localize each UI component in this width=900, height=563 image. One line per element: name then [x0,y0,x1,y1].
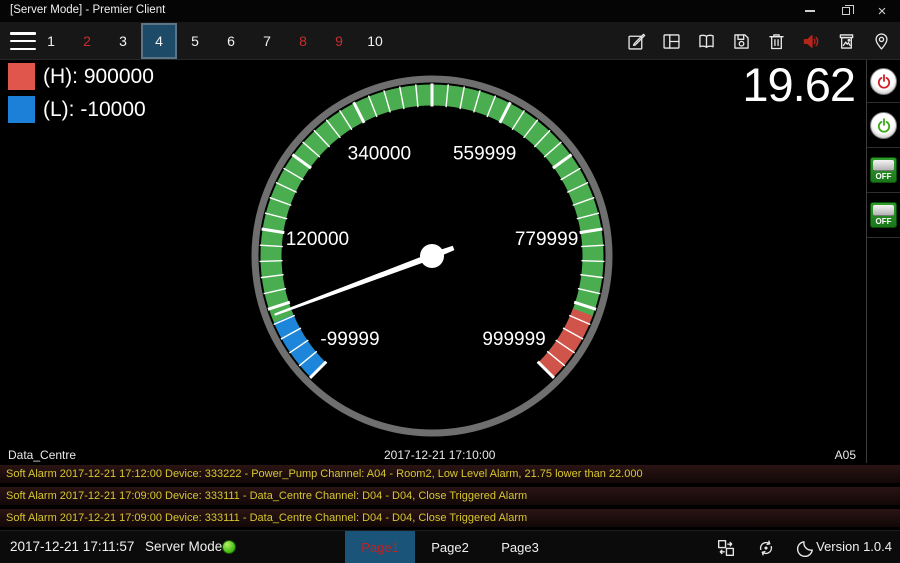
page-tab-page2[interactable]: Page2 [415,531,485,563]
gauge-scale-label: 779999 [515,229,578,250]
gauge-scale-label: -99999 [320,329,379,350]
tab-2[interactable]: 2 [69,23,105,59]
page-tab-page1[interactable]: Page1 [345,531,415,563]
toggle-key [873,160,894,171]
sidebar-cell-3: OFF [867,148,900,193]
close-icon: × [878,4,887,19]
high-threshold-swatch [8,63,35,90]
control-sidebar: OFF OFF [866,60,900,463]
tab-3[interactable]: 3 [105,23,141,59]
device-name: Data_Centre [8,448,76,462]
alarm-row[interactable]: Soft Alarm 2017-12-21 17:12:00 Device: 3… [0,464,900,483]
clock: 2017-12-21 17:11:57 [10,539,134,554]
threshold-legend: (H): 900000 (L): -10000 [8,63,154,129]
page-number-tabs: 12345678910 [33,23,393,59]
gauge-panel: (H): 900000 (L): -10000 19.62 -99999 1200… [0,60,866,463]
speaker-icon[interactable] [794,22,829,60]
tab-7[interactable]: 7 [249,23,285,59]
title-bar: [Server Mode] - Premier Client × [0,0,900,22]
toggle-switch-1[interactable]: OFF [870,157,897,183]
gauge-tick [260,261,283,262]
layout-icon[interactable] [654,22,689,60]
version-label: Version 1.0.4 [816,539,892,554]
alarm-row[interactable]: Soft Alarm 2017-12-21 17:09:00 Device: 3… [0,486,900,505]
window-controls: × [792,0,900,22]
sync-icon[interactable] [746,531,786,563]
status-bar: 2017-12-21 17:11:57 Server Mode Page1Pag… [0,530,900,563]
close-button[interactable]: × [864,0,900,22]
toggle-state-label: OFF [871,217,896,226]
tab-bar: 12345678910 [0,22,900,60]
power-button-green[interactable] [870,112,897,139]
alarm-row[interactable]: Soft Alarm 2017-12-21 17:09:00 Device: 3… [0,508,900,527]
tab-1[interactable]: 1 [33,23,69,59]
tab-4[interactable]: 4 [141,23,177,59]
tab-8[interactable]: 8 [285,23,321,59]
gauge-scale-label: 999999 [482,329,545,350]
tab-10[interactable]: 10 [357,23,393,59]
book-icon[interactable] [689,22,724,60]
edit-icon[interactable] [619,22,654,60]
statusbar-icons [706,531,826,563]
server-status-indicator [222,540,236,554]
power-button-red[interactable] [870,68,897,95]
content-area: (H): 900000 (L): -10000 19.62 -99999 1200… [0,60,900,463]
premier-client-window: [Server Mode] - Premier Client × 1234567… [0,0,900,563]
server-mode-label: Server Mode [145,539,222,554]
channel-id: A05 [835,448,856,462]
reading-timestamp: 2017-12-21 17:10:00 [384,448,495,462]
dial-gauge: -99999 120000 340000 559999 779999 999999 [242,66,622,446]
gauge-needle [274,253,433,316]
save-icon[interactable] [724,22,759,60]
window-title: [Server Mode] - Premier Client [10,4,165,16]
trash-icon[interactable] [759,22,794,60]
page-tab-page3[interactable]: Page3 [485,531,555,563]
gauge-footer: Data_Centre 2017-12-21 17:10:00 A05 [0,447,900,463]
tab-9[interactable]: 9 [321,23,357,59]
high-threshold-label: (H): 900000 [43,65,154,89]
minimize-button[interactable] [792,0,828,22]
tab-6[interactable]: 6 [213,23,249,59]
gauge-scale-label: 559999 [453,144,516,165]
toolbar-icons [619,22,899,60]
sidebar-cell-2 [867,103,900,148]
minimize-icon [805,10,815,12]
gauge-scale-label: 340000 [348,144,411,165]
restore-icon [842,7,850,15]
gauge-hub [420,244,444,268]
page-tabs: Page1Page2Page3 [345,531,555,563]
gauge-scale-label: 120000 [286,229,349,250]
low-threshold-swatch [8,96,35,123]
toggle-state-label: OFF [871,172,896,181]
high-threshold-row: (H): 900000 [8,63,154,90]
swap-icon[interactable] [706,531,746,563]
location-icon[interactable] [864,22,899,60]
gauge-tick [581,261,604,262]
restore-button[interactable] [828,0,864,22]
toggle-switch-2[interactable]: OFF [870,202,897,228]
toggle-key [873,205,894,216]
current-value-readout: 19.62 [742,57,855,112]
alarm-list: Soft Alarm 2017-12-21 17:12:00 Device: 3… [0,464,900,530]
tab-5[interactable]: 5 [177,23,213,59]
snapshot-icon[interactable] [829,22,864,60]
low-threshold-label: (L): -10000 [43,98,146,122]
low-threshold-row: (L): -10000 [8,96,154,123]
sidebar-cell-1 [867,60,900,103]
sidebar-cell-4: OFF [867,193,900,238]
